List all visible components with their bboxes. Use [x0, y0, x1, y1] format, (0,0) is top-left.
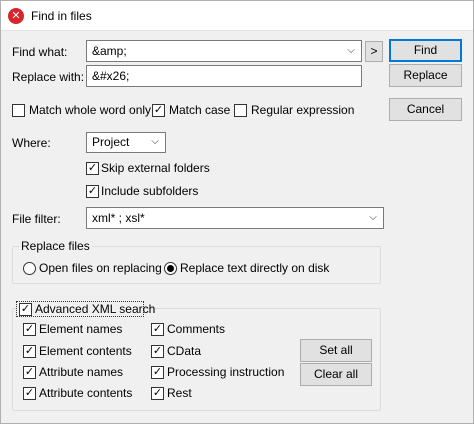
replace-on-disk-radio[interactable]: [164, 262, 177, 275]
match-whole-word-label: Match whole word only: [29, 103, 152, 117]
match-whole-word-checkbox[interactable]: [12, 104, 25, 117]
find-in-files-dialog: ✕ Find in files Find what: &amp; ⌵ > Rep…: [0, 0, 474, 424]
open-files-label: Open files on replacing: [39, 261, 162, 275]
file-filter-combobox[interactable]: xml* ; xsl* ⌵: [86, 207, 384, 229]
match-case-checkbox[interactable]: ✓: [152, 104, 165, 117]
set-all-button[interactable]: Set all: [300, 339, 372, 362]
replace-files-title: Replace files: [19, 239, 92, 253]
rest-label: Rest: [167, 386, 192, 400]
element-names-checkbox[interactable]: ✓: [23, 323, 36, 336]
skip-external-folders-label: Skip external folders: [101, 161, 210, 175]
replace-with-value: &#x26;: [92, 69, 130, 83]
where-value: Project: [92, 135, 130, 149]
include-subfolders-label: Include subfolders: [101, 184, 199, 198]
element-names-label: Element names: [39, 322, 123, 336]
match-case-label: Match case: [169, 103, 231, 117]
find-what-label: Find what:: [12, 45, 68, 59]
window-title: Find in files: [31, 9, 92, 23]
comments-label: Comments: [167, 322, 226, 336]
chevron-down-icon[interactable]: ⌵: [147, 133, 163, 150]
attribute-contents-label: Attribute contents: [39, 386, 133, 400]
app-x-icon: ✕: [8, 8, 24, 24]
advanced-xml-checkbox[interactable]: ✓: [19, 303, 32, 316]
comments-checkbox[interactable]: ✓: [151, 323, 164, 336]
where-select[interactable]: Project ⌵: [86, 132, 166, 153]
attribute-contents-checkbox[interactable]: ✓: [23, 387, 36, 400]
cdata-label: CData: [167, 344, 202, 358]
attribute-names-checkbox[interactable]: ✓: [23, 366, 36, 379]
include-subfolders-checkbox[interactable]: ✓: [86, 185, 99, 198]
processing-instruction-checkbox[interactable]: ✓: [151, 366, 164, 379]
chevron-down-icon[interactable]: ⌵: [365, 208, 381, 228]
replace-on-disk-label: Replace text directly on disk: [180, 261, 330, 275]
find-what-value: &amp;: [92, 44, 127, 58]
open-files-radio[interactable]: [23, 262, 36, 275]
skip-external-folders-checkbox[interactable]: ✓: [86, 162, 99, 175]
title-bar: ✕ Find in files: [1, 1, 473, 31]
chevron-down-icon[interactable]: ⌵: [343, 41, 359, 61]
element-contents-checkbox[interactable]: ✓: [23, 345, 36, 358]
replace-button[interactable]: Replace: [389, 64, 462, 87]
element-contents-label: Element contents: [39, 344, 132, 358]
cancel-button[interactable]: Cancel: [389, 98, 462, 121]
attribute-names-label: Attribute names: [39, 365, 124, 379]
clear-all-button[interactable]: Clear all: [300, 363, 372, 386]
file-filter-value: xml* ; xsl*: [92, 211, 145, 225]
replace-with-label: Replace with:: [12, 70, 85, 84]
where-label: Where:: [12, 136, 51, 150]
file-filter-label: File filter:: [12, 212, 61, 226]
find-button[interactable]: Find: [389, 39, 462, 62]
processing-instruction-label: Processing instruction: [167, 365, 285, 379]
regular-expression-checkbox[interactable]: [234, 104, 247, 117]
regular-expression-label: Regular expression: [251, 103, 355, 117]
find-history-button[interactable]: >: [365, 41, 383, 62]
find-what-combobox[interactable]: &amp; ⌵: [86, 40, 362, 62]
rest-checkbox[interactable]: ✓: [151, 387, 164, 400]
advanced-xml-label: Advanced XML search: [35, 302, 156, 316]
replace-with-input[interactable]: &#x26;: [86, 65, 362, 87]
cdata-checkbox[interactable]: ✓: [151, 345, 164, 358]
